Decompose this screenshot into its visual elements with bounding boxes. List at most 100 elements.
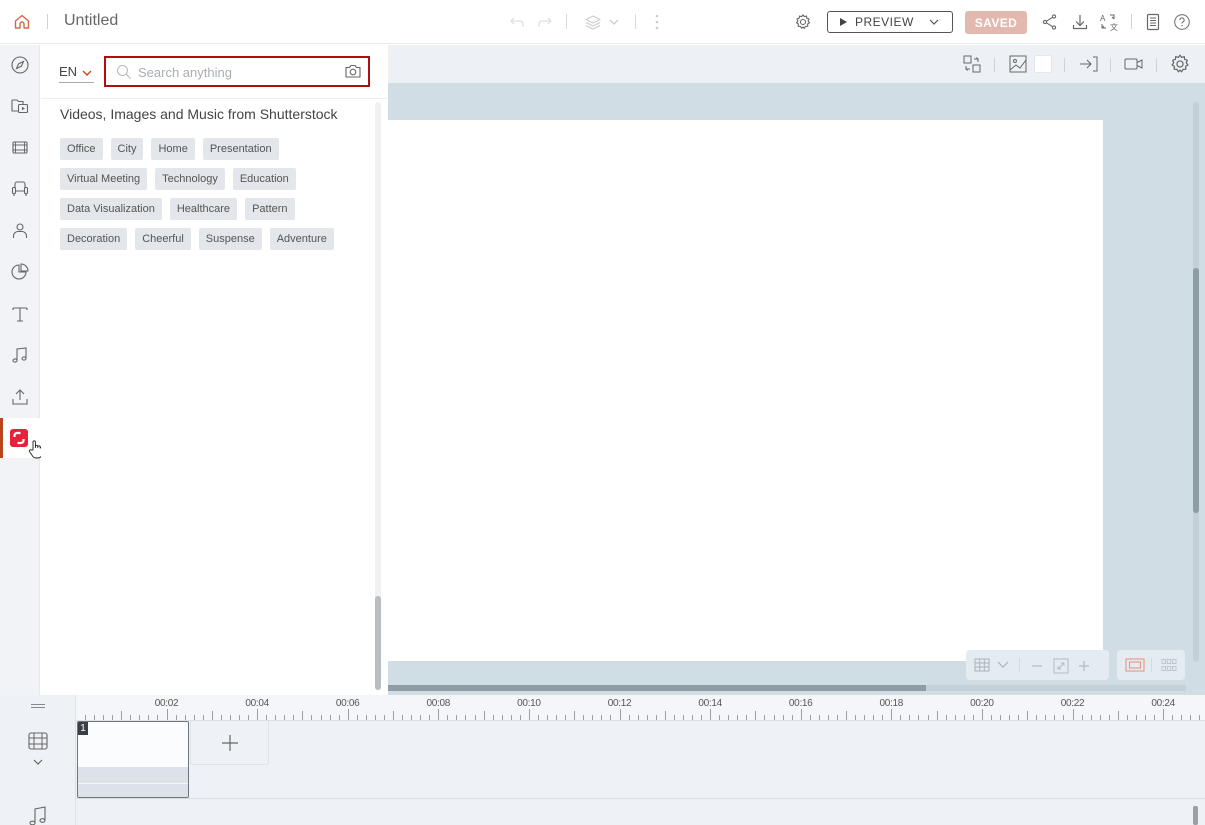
preview-button[interactable]: PREVIEW [827,11,953,33]
tag-chip[interactable]: Adventure [269,228,334,250]
scrollbar-thumb[interactable] [388,685,926,691]
tag-chip[interactable]: Education [232,168,296,190]
transition-in-icon[interactable] [1078,54,1100,74]
share-icon[interactable] [1039,11,1061,33]
multi-view-icon[interactable] [1161,658,1177,672]
grid-icon[interactable] [974,658,990,672]
undo-icon[interactable] [506,11,528,33]
divider [1156,58,1157,72]
ruler-tick [84,715,86,720]
project-title[interactable]: Untitled [64,12,118,30]
ruler-tick [1199,715,1201,720]
background-image-icon[interactable] [1008,54,1028,74]
add-scene-button[interactable] [190,721,269,765]
folder-video-icon [11,99,29,114]
audio-track[interactable] [76,800,1205,825]
ruler-tick [855,715,857,720]
fit-screen-icon[interactable] [1053,658,1069,674]
tag-chip[interactable]: Decoration [60,228,128,250]
scene-clip[interactable]: 1 [77,721,189,798]
settings-icon[interactable] [1169,53,1191,75]
ruler-tick [528,709,530,720]
settings-icon[interactable] [792,11,814,33]
tag-chip[interactable]: Virtual Meeting [60,168,148,190]
tag-chip[interactable]: Suspense [198,228,262,250]
ruler-tick [818,715,820,720]
rail-item-explore[interactable] [0,45,40,85]
chevron-down-icon[interactable] [928,16,940,28]
vertical-scrollbar[interactable] [1193,102,1199,662]
more-vertical-icon[interactable] [646,11,668,33]
tag-chip[interactable]: City [110,138,144,160]
chevron-down-icon[interactable] [996,660,1010,670]
home-icon[interactable] [11,11,33,33]
download-icon[interactable] [1069,11,1091,33]
rail-item-shutterstock[interactable] [0,418,44,459]
ruler-tick [628,715,630,720]
ruler-tick [764,715,766,720]
rail-item-text[interactable] [0,294,40,334]
help-icon[interactable] [1171,11,1193,33]
rail-item-charts[interactable] [0,252,40,292]
ruler-tick [682,715,684,720]
tag-chip[interactable]: Home [151,138,195,160]
chevron-down-icon[interactable] [603,11,625,33]
camera-icon[interactable] [1123,54,1145,74]
search-box[interactable] [104,56,370,87]
rail-item-props[interactable] [0,169,40,209]
view-mode-controls [1117,650,1185,680]
tag-chip[interactable]: Office [60,138,103,160]
search-input[interactable] [138,63,328,81]
ruler-tick [492,715,494,720]
language-label: EN [59,64,78,79]
background-color-swatch[interactable] [1034,55,1052,73]
chevron-down-icon [81,68,93,78]
camera-search-icon[interactable] [344,63,362,79]
timeline-ruler[interactable]: 00:02 00:04 00:06 00:08 00:10 00:12 00:14 00:16… [76,695,1205,721]
upload-icon [12,389,28,405]
tag-chip[interactable]: Presentation [202,138,279,160]
ruler-tick [1081,715,1083,720]
tag-chip[interactable]: Data Visualization [60,198,162,220]
divider [566,14,567,29]
rail-item-scenes[interactable] [0,128,40,168]
zoom-out-icon[interactable] [1030,659,1044,673]
slide-canvas[interactable] [388,120,1103,661]
ruler-tick [655,715,657,720]
language-selector[interactable]: EN [59,64,94,83]
chevron-down-icon[interactable] [31,757,45,767]
scrollbar-thumb[interactable] [1193,268,1199,513]
ruler-tick [1027,711,1029,720]
rail-item-upload[interactable] [0,377,40,417]
horizontal-scrollbar[interactable] [388,685,1186,691]
layers-icon[interactable] [582,11,604,33]
scrollbar-thumb[interactable] [375,596,381,690]
rail-item-music[interactable] [0,335,40,375]
resize-handle-icon[interactable] [30,703,46,709]
rail-item-characters[interactable] [0,211,40,251]
ruler-tick [338,715,340,720]
ruler-tick [791,715,793,720]
swap-layout-icon[interactable] [962,54,982,74]
divider [47,14,48,29]
tag-chip[interactable]: Technology [155,168,225,190]
ruler-tick [972,715,974,720]
saved-button[interactable]: SAVED [965,11,1027,34]
translate-icon[interactable]: A文 [1098,11,1120,33]
panel-scrollbar[interactable] [375,102,381,690]
rail-item-media[interactable] [0,86,40,126]
ruler-tick [393,711,394,720]
single-view-icon[interactable] [1125,658,1145,672]
notes-icon[interactable] [1142,11,1164,33]
ruler-tick [664,711,666,720]
tag-chip[interactable]: Cheerful [135,228,191,250]
tag-chip[interactable]: Healthcare [169,198,238,220]
audio-track-handle[interactable] [1193,806,1198,825]
ruler-tick [963,715,965,720]
ruler-tick [646,715,648,720]
zoom-in-icon[interactable] [1077,659,1091,673]
tag-chip[interactable]: Pattern [245,198,295,220]
ruler-tick [1117,711,1119,720]
compass-icon [11,56,29,74]
redo-icon[interactable] [534,11,556,33]
